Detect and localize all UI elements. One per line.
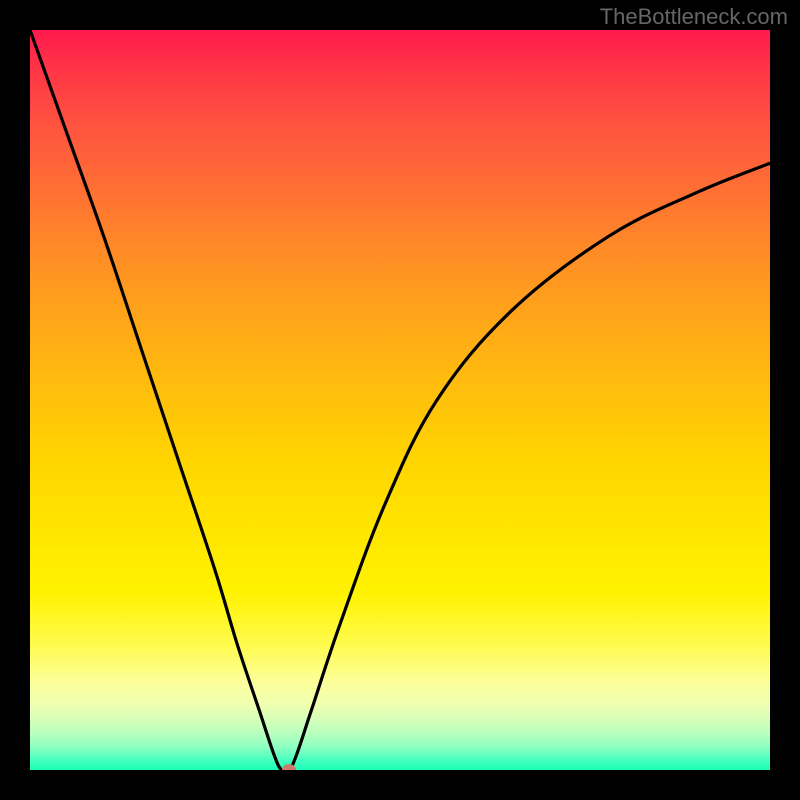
- watermark-label: TheBottleneck.com: [600, 4, 788, 30]
- optimal-point-marker: [282, 764, 296, 770]
- bottleneck-curve: [30, 30, 770, 770]
- chart-frame: TheBottleneck.com: [0, 0, 800, 800]
- plot-area: [30, 30, 770, 770]
